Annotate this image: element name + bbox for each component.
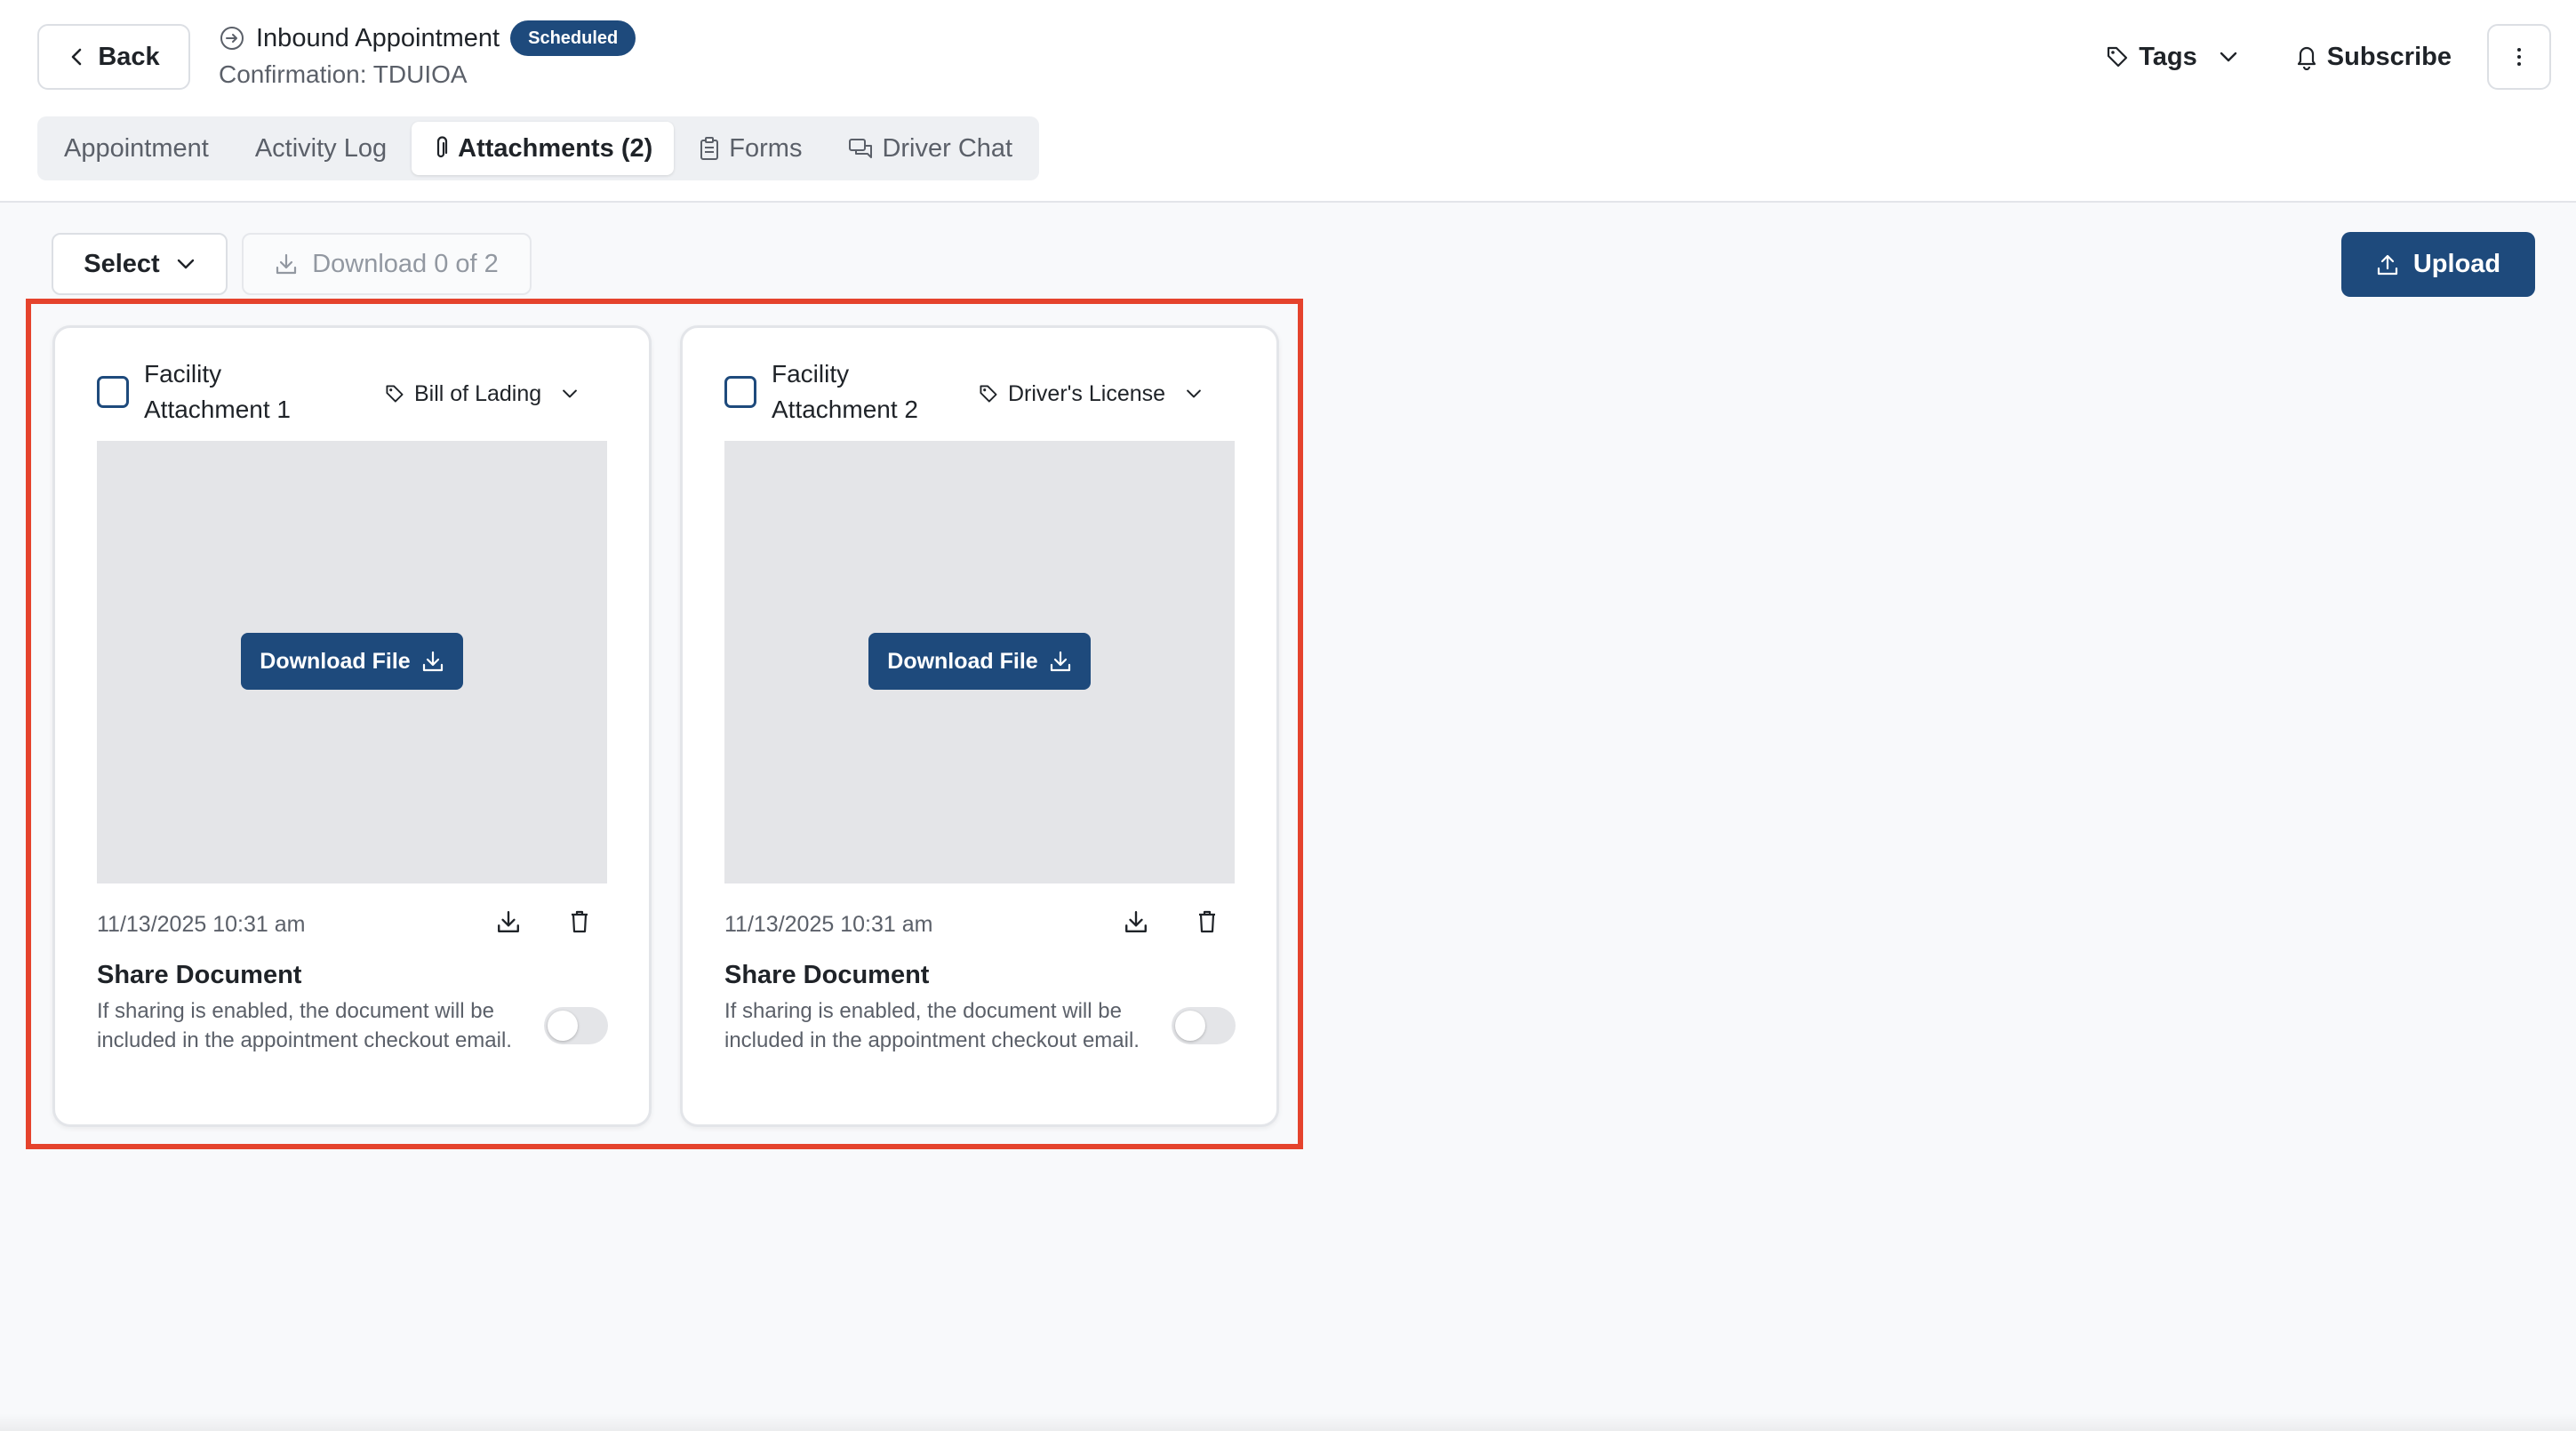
document-type-dropdown[interactable]: Bill of Lading xyxy=(384,380,579,408)
tab-driver-chat[interactable]: Driver Chat xyxy=(827,122,1034,175)
more-vertical-icon xyxy=(2516,46,2522,68)
attachment-card: Facility Attachment 2 Driver's License D… xyxy=(680,325,1279,1127)
share-document-description: If sharing is enabled, the document will… xyxy=(97,999,512,1052)
more-options-button[interactable] xyxy=(2487,24,2551,90)
tab-forms[interactable]: Forms xyxy=(677,122,823,175)
download-attachment-button[interactable] xyxy=(492,906,524,938)
tab-bar: Appointment Activity Log Attachments (2)… xyxy=(37,116,1040,180)
share-document-title: Share Document xyxy=(97,961,302,989)
document-type-label: Driver's License xyxy=(1008,380,1166,406)
attachment-title: Facility Attachment 2 xyxy=(772,360,918,423)
tab-label: Activity Log xyxy=(254,133,388,163)
header-actions: Tags Subscribe xyxy=(2105,24,2551,90)
attachment-card: Facility Attachment 1 Bill of Lading Dow… xyxy=(52,325,652,1127)
tab-label: Appointment xyxy=(64,133,209,163)
download-file-label: Download File xyxy=(887,648,1038,674)
clipboard-icon xyxy=(699,136,720,161)
toggle-knob xyxy=(1175,1011,1205,1041)
tag-icon xyxy=(2105,44,2130,69)
page-header: Back Inbound Appointment Scheduled Confi… xyxy=(0,0,2576,203)
download-selected-label: Download 0 of 2 xyxy=(312,249,499,278)
trash-icon xyxy=(569,909,590,934)
download-selected-button[interactable]: Download 0 of 2 xyxy=(242,233,532,295)
delete-attachment-button[interactable] xyxy=(564,906,596,938)
download-icon xyxy=(1124,909,1148,934)
tab-label: Driver Chat xyxy=(882,133,1013,163)
chevron-down-icon xyxy=(1185,388,1203,399)
select-attachment-checkbox[interactable] xyxy=(97,376,129,408)
share-document-description: If sharing is enabled, the document will… xyxy=(724,999,1140,1052)
tab-appointment[interactable]: Appointment xyxy=(43,122,230,175)
download-file-button[interactable]: Download File xyxy=(241,633,463,690)
download-icon xyxy=(421,650,444,673)
chevron-left-icon xyxy=(68,46,85,68)
share-document-toggle[interactable] xyxy=(544,1007,608,1044)
status-badge: Scheduled xyxy=(510,20,636,56)
tab-activity-log[interactable]: Activity Log xyxy=(234,122,408,175)
file-preview: Download File xyxy=(97,441,607,883)
share-document-title: Share Document xyxy=(724,961,930,989)
upload-icon xyxy=(2376,253,2399,276)
toggle-knob xyxy=(548,1011,578,1041)
back-button[interactable]: Back xyxy=(37,24,190,90)
download-icon xyxy=(1049,650,1072,673)
inbound-arrow-icon xyxy=(219,25,245,52)
document-type-dropdown[interactable]: Driver's License xyxy=(978,380,1203,408)
download-icon xyxy=(275,252,298,276)
share-document-toggle[interactable] xyxy=(1172,1007,1236,1044)
download-file-button[interactable]: Download File xyxy=(868,633,1091,690)
tags-dropdown[interactable]: Tags xyxy=(2105,43,2238,72)
tag-icon xyxy=(384,383,405,404)
subscribe-label: Subscribe xyxy=(2326,42,2452,71)
chevron-down-icon xyxy=(2219,51,2238,63)
document-type-label: Bill of Lading xyxy=(414,380,542,406)
page-title: Inbound Appointment xyxy=(256,23,500,52)
upload-label: Upload xyxy=(2412,250,2501,278)
upload-button[interactable]: Upload xyxy=(2341,232,2535,297)
appointment-title-block: Inbound Appointment Scheduled Confirmati… xyxy=(219,20,636,89)
chat-icon xyxy=(848,137,873,160)
attachment-title: Facility Attachment 1 xyxy=(144,360,291,423)
delete-attachment-button[interactable] xyxy=(1191,906,1223,938)
tab-attachments[interactable]: Attachments (2) xyxy=(412,122,675,175)
tags-label: Tags xyxy=(2139,42,2197,71)
file-preview: Download File xyxy=(724,441,1235,883)
download-icon xyxy=(496,909,521,934)
paperclip-icon xyxy=(433,136,449,161)
upload-timestamp: 11/13/2025 10:31 am xyxy=(97,912,306,937)
trash-icon xyxy=(1196,909,1218,934)
tab-label: Attachments (2) xyxy=(458,133,653,163)
upload-timestamp: 11/13/2025 10:31 am xyxy=(724,912,933,937)
download-attachment-button[interactable] xyxy=(1120,906,1152,938)
tag-icon xyxy=(978,383,999,404)
chevron-down-icon xyxy=(176,258,196,270)
select-attachment-checkbox[interactable] xyxy=(724,376,756,408)
confirmation-number: Confirmation: TDUIOA xyxy=(219,60,468,88)
download-file-label: Download File xyxy=(260,648,411,674)
bottom-shadow xyxy=(0,1413,2576,1431)
tab-label: Forms xyxy=(729,133,803,163)
chevron-down-icon xyxy=(561,388,579,399)
subscribe-button[interactable]: Subscribe xyxy=(2295,43,2452,72)
select-dropdown[interactable]: Select xyxy=(52,233,228,295)
select-label: Select xyxy=(84,249,160,278)
back-label: Back xyxy=(98,42,160,71)
bell-icon xyxy=(2295,44,2318,70)
